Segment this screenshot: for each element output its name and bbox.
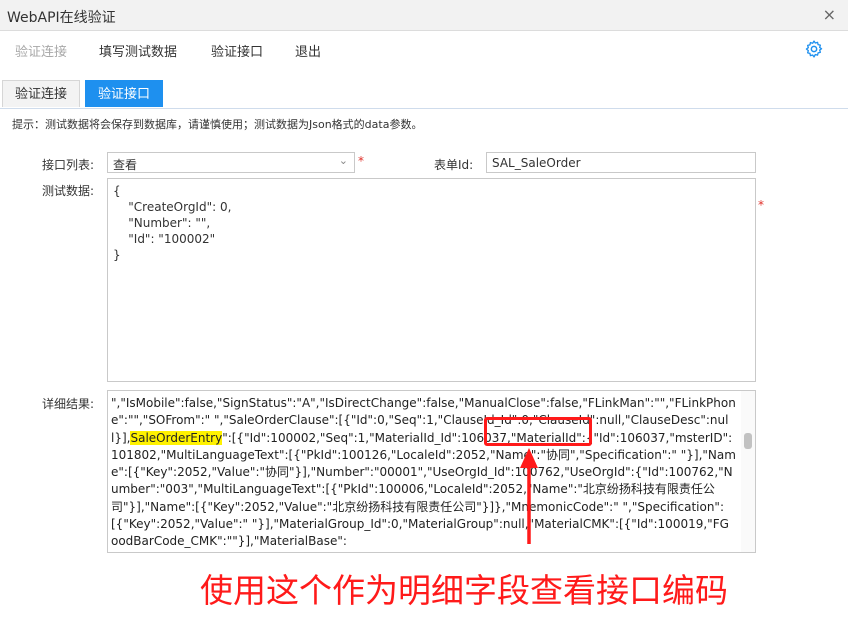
highlight-box — [484, 417, 592, 446]
menu-verify-connection[interactable]: 验证连接 — [15, 41, 67, 60]
title-bar: WebAPI在线验证 × — [0, 0, 848, 31]
close-icon[interactable]: × — [823, 5, 836, 24]
hint-text: 提示：测试数据将会保存到数据库，请谨慎使用；测试数据为Json格式的data参数… — [12, 118, 423, 131]
form-id-label: 表单Id: — [434, 158, 474, 172]
red-arrow-icon — [520, 448, 538, 544]
tab-verify-api[interactable]: 验证接口 — [85, 80, 164, 107]
api-list-select[interactable]: 查看 ⌄ — [107, 152, 355, 173]
test-data-label: 测试数据: — [42, 184, 95, 198]
result-text-after: ":[{"Id":100002,"Seq":1,"MaterialId_Id":… — [111, 430, 736, 549]
test-data-textarea[interactable]: { "CreateOrgId": 0, "Number": "", "Id": … — [107, 178, 756, 382]
chevron-down-icon: ⌄ — [338, 154, 348, 167]
required-mark: * — [358, 154, 364, 168]
scrollbar-track[interactable] — [741, 391, 755, 552]
tab-verify-connection[interactable]: 验证连接 — [2, 80, 81, 107]
menu-exit[interactable]: 退出 — [295, 41, 321, 60]
gear-icon[interactable] — [804, 39, 824, 59]
result-content: ","IsMobile":false,"SignStatus":"A","IsD… — [111, 395, 736, 551]
required-mark: * — [758, 198, 764, 212]
annotation-text: 使用这个作为明细字段查看接口编码 — [200, 571, 728, 610]
result-textarea[interactable]: ","IsMobile":false,"SignStatus":"A","IsD… — [107, 390, 756, 553]
window-title: WebAPI在线验证 — [7, 10, 116, 26]
highlighted-field: SaleOrderEntry — [130, 430, 223, 445]
form-id-input[interactable]: SAL_SaleOrder — [486, 152, 756, 173]
menu-verify-api[interactable]: 验证接口 — [211, 41, 263, 60]
result-label: 详细结果: — [42, 397, 95, 411]
menu-fill-test-data[interactable]: 填写测试数据 — [99, 41, 177, 60]
api-list-value: 查看 — [113, 158, 138, 172]
tab-strip: 验证连接 验证接口 — [0, 76, 848, 109]
api-list-label: 接口列表: — [42, 158, 95, 172]
menu-bar: 验证连接 填写测试数据 验证接口 退出 — [0, 31, 848, 69]
scrollbar-thumb[interactable] — [744, 433, 752, 449]
